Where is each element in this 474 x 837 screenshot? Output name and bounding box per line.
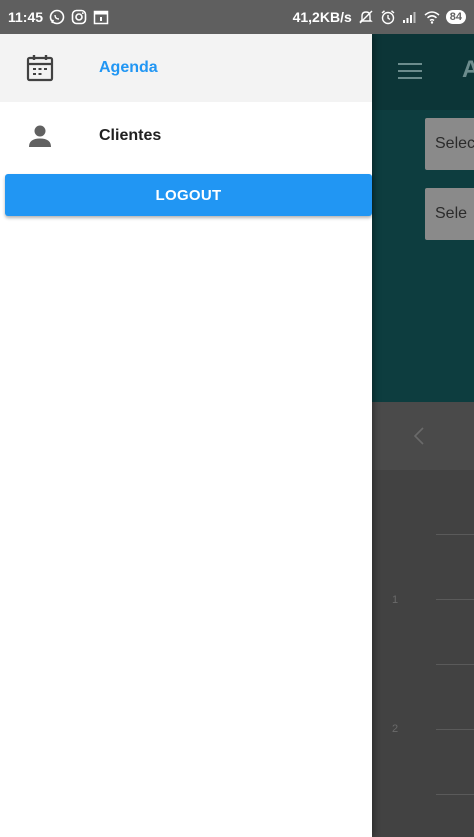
grid-line <box>436 664 474 665</box>
signal-icon <box>402 9 418 25</box>
instagram-icon <box>71 9 87 25</box>
grid-line <box>436 729 474 730</box>
chevron-left-icon[interactable] <box>412 426 426 446</box>
battery-indicator: 84 <box>445 10 466 24</box>
calendar-notification-icon <box>93 9 109 25</box>
drawer-item-label: Agenda <box>99 59 158 76</box>
alarm-icon <box>380 9 396 25</box>
drawer-item-label: Clientes <box>99 127 162 144</box>
grid-hour-label: 1 <box>392 594 399 606</box>
person-icon <box>24 120 56 152</box>
select-field-2[interactable]: Sele <box>425 188 474 240</box>
grid-line <box>436 534 474 535</box>
grid-line <box>436 794 474 795</box>
select-field-1[interactable]: Selec <box>425 118 474 170</box>
grid-line <box>436 599 474 600</box>
calendar-icon <box>24 52 56 84</box>
network-speed: 41,2KB/s <box>292 9 352 25</box>
whatsapp-icon <box>49 9 65 25</box>
navigation-drawer: Agenda Clientes LOGOUT <box>0 34 372 837</box>
drawer-item-agenda[interactable]: Agenda <box>0 34 372 102</box>
wifi-icon <box>424 9 440 25</box>
grid-hour-label: 2 <box>392 723 399 735</box>
status-time: 11:45 <box>8 9 44 25</box>
app-title: A <box>462 56 474 83</box>
menu-icon[interactable] <box>398 62 422 80</box>
status-left: 11:45 <box>8 9 109 25</box>
status-bar: 11:45 41,2KB/s 84 <box>0 0 474 34</box>
notifications-off-icon <box>358 9 374 25</box>
drawer-item-clientes[interactable]: Clientes <box>0 102 372 170</box>
status-right: 41,2KB/s 84 <box>293 9 466 25</box>
logout-button[interactable]: LOGOUT <box>5 174 372 216</box>
